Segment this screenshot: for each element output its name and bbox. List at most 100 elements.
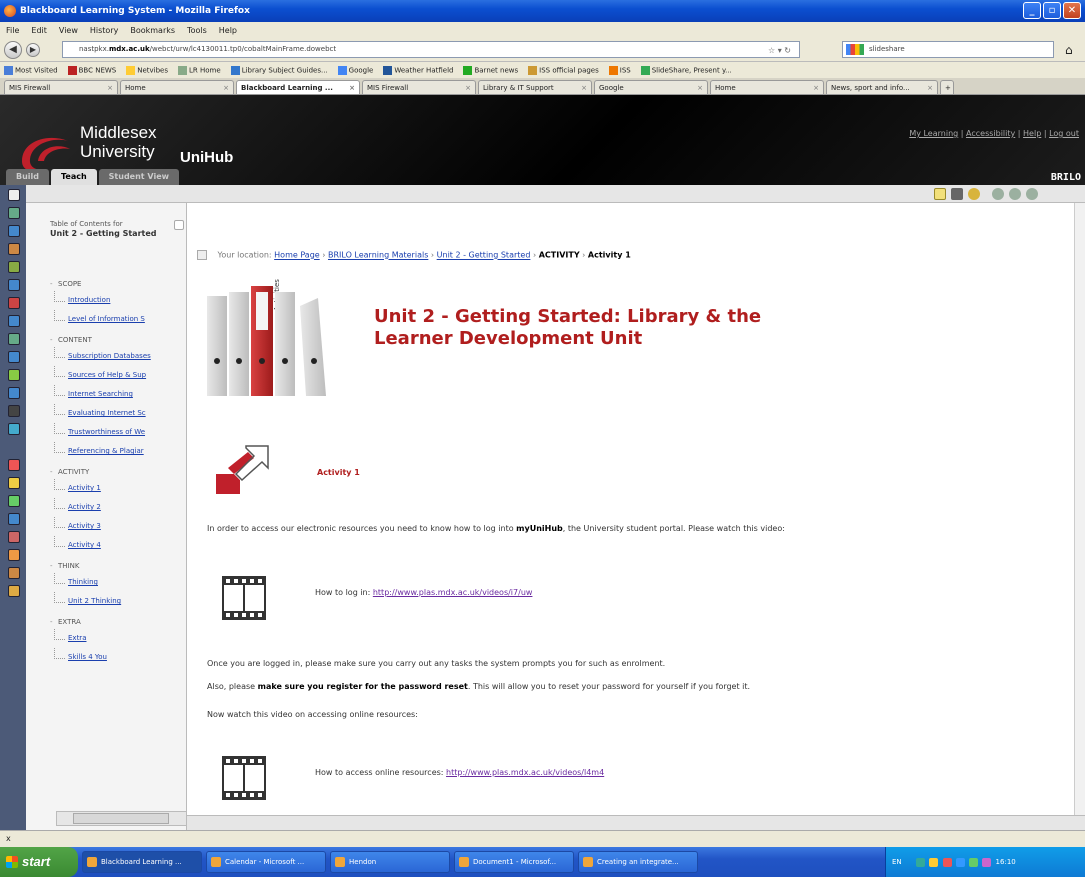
tray-alert-icon[interactable] <box>942 857 952 867</box>
breadcrumb-materials[interactable]: BRILO Learning Materials <box>328 251 428 260</box>
bookmark-item[interactable]: Netvibes <box>126 65 168 75</box>
course-tool-icon[interactable] <box>8 567 20 579</box>
bookmark-item[interactable]: ISS official pages <box>528 65 599 75</box>
course-tool-icon[interactable] <box>8 225 20 237</box>
language-indicator[interactable]: EN <box>892 858 902 866</box>
print-icon[interactable] <box>951 188 963 200</box>
new-tab-button[interactable]: + <box>940 80 954 94</box>
toc-link[interactable]: Sources of Help & Sup <box>68 366 178 385</box>
course-tool-icon[interactable] <box>8 477 20 489</box>
toc-link[interactable]: Activity 1 <box>68 479 178 498</box>
course-tool-icon[interactable] <box>8 279 20 291</box>
browser-tab[interactable]: Home × <box>710 80 824 94</box>
tray-network-icon[interactable] <box>916 857 926 867</box>
close-tab-icon[interactable]: × <box>809 84 819 92</box>
course-tool-icon[interactable] <box>8 387 20 399</box>
tab-student-view[interactable]: Student View <box>98 169 180 185</box>
toc-link[interactable]: Level of Information S <box>68 310 178 329</box>
toc-link[interactable]: Activity 4 <box>68 536 178 555</box>
toc-group-activity[interactable]: ACTIVITY <box>50 466 185 479</box>
toc-link[interactable]: Activity 3 <box>68 517 178 536</box>
toc-group-scope[interactable]: SCOPE <box>50 278 185 291</box>
next-icon[interactable] <box>1026 188 1038 200</box>
close-tab-icon[interactable]: × <box>693 84 703 92</box>
taskbar-button[interactable]: Blackboard Learning ... <box>82 851 202 873</box>
toc-collapse-icon[interactable] <box>174 220 184 230</box>
close-tab-icon[interactable]: × <box>461 84 471 92</box>
toc-group-content[interactable]: CONTENT <box>50 334 185 347</box>
note-icon[interactable] <box>934 188 946 200</box>
course-tool-icon[interactable] <box>8 261 20 273</box>
course-tool-icon[interactable] <box>8 315 20 327</box>
bookmark-item[interactable]: SlideShare, Present y... <box>640 65 732 75</box>
tray-volume-icon[interactable] <box>955 857 965 867</box>
menu-tools[interactable]: Tools <box>187 26 207 35</box>
help-link[interactable]: Help <box>1023 129 1041 138</box>
forward-button[interactable]: ▶ <box>26 42 40 57</box>
bookmark-item[interactable]: Google <box>337 65 373 75</box>
course-tool-icon[interactable] <box>8 423 20 435</box>
video-login-link[interactable]: http://www.plas.mdx.ac.uk/videos/i7/uw <box>373 588 533 597</box>
taskbar-button[interactable]: Creating an integrate... <box>578 851 698 873</box>
course-tool-icon[interactable] <box>8 513 20 525</box>
toc-link[interactable]: Unit 2 Thinking <box>68 592 178 611</box>
close-tab-icon[interactable]: × <box>103 84 113 92</box>
browser-tab[interactable]: Library & IT Support × <box>478 80 592 94</box>
star-icon[interactable]: ☆ ▾ ↻ <box>768 43 791 58</box>
taskbar-button[interactable]: Calendar - Microsoft ... <box>206 851 326 873</box>
tray-update-icon[interactable] <box>969 857 979 867</box>
minimize-button[interactable]: _ <box>1023 2 1041 19</box>
close-tab-icon[interactable]: × <box>345 84 355 92</box>
toc-link[interactable]: Introduction <box>68 291 178 310</box>
home-icon[interactable]: ⌂ <box>1065 43 1079 57</box>
bookmark-item[interactable]: LR Home <box>178 65 221 75</box>
browser-tab[interactable]: Google × <box>594 80 708 94</box>
tab-teach[interactable]: Teach <box>51 169 97 185</box>
course-tool-icon[interactable] <box>8 369 20 381</box>
bookmark-item[interactable]: Most Visited <box>4 65 58 75</box>
globe-icon[interactable] <box>968 188 980 200</box>
course-tool-icon[interactable] <box>8 585 20 597</box>
toc-link[interactable]: Trustworthiness of We <box>68 423 178 442</box>
browser-tab[interactable]: Blackboard Learning ... × <box>236 80 360 94</box>
menu-help[interactable]: Help <box>219 26 237 35</box>
address-bar[interactable]: nastpkx.mdx.ac.uk/webct/urw/lc4130011.tp… <box>62 41 800 58</box>
course-tool-icon[interactable] <box>8 333 20 345</box>
close-tab-icon[interactable]: × <box>577 84 587 92</box>
taskbar-button[interactable]: Document1 - Microsof... <box>454 851 574 873</box>
menu-view[interactable]: View <box>59 26 78 35</box>
bookmark-item[interactable]: BBC NEWS <box>67 65 116 75</box>
main-horizontal-scrollbar[interactable] <box>187 815 1085 830</box>
tab-build[interactable]: Build <box>6 169 50 185</box>
toc-group-think[interactable]: THINK <box>50 560 185 573</box>
toc-link[interactable]: Internet Searching <box>68 385 178 404</box>
course-tool-icon[interactable] <box>8 207 20 219</box>
course-tool-icon[interactable] <box>8 405 20 417</box>
taskbar-button[interactable]: Hendon <box>330 851 450 873</box>
course-tool-icon[interactable] <box>8 459 20 471</box>
course-tool-icon[interactable] <box>8 189 20 201</box>
course-tool-icon[interactable] <box>8 297 20 309</box>
start-button[interactable]: start <box>0 847 78 877</box>
toc-link[interactable]: Referencing & Plagiar <box>68 442 178 461</box>
toc-link[interactable]: Extra <box>68 629 178 648</box>
toc-link[interactable]: Skills 4 You <box>68 648 178 667</box>
toc-link[interactable]: Activity 2 <box>68 498 178 517</box>
my-learning-link[interactable]: My Learning <box>909 129 958 138</box>
toc-link[interactable]: Subscription Databases <box>68 347 178 366</box>
menu-history[interactable]: History <box>90 26 118 35</box>
search-input[interactable]: slideshare <box>842 41 1054 58</box>
bookmark-item[interactable]: Library Subject Guides... <box>230 65 328 75</box>
main-vertical-scrollbar[interactable] <box>1074 203 1085 815</box>
browser-tab[interactable]: News, sport and info... × <box>826 80 938 94</box>
breadcrumb-unit[interactable]: Unit 2 - Getting Started <box>437 251 531 260</box>
toc-link[interactable]: Evaluating Internet Sc <box>68 404 178 423</box>
menu-file[interactable]: File <box>6 26 19 35</box>
course-tool-icon[interactable] <box>8 243 20 255</box>
close-tab-icon[interactable]: × <box>923 84 933 92</box>
maximize-button[interactable]: ▫ <box>1043 2 1061 19</box>
tray-security-icon[interactable] <box>929 857 939 867</box>
browser-tab[interactable]: MIS Firewall × <box>362 80 476 94</box>
browser-tab[interactable]: Home × <box>120 80 234 94</box>
bookmark-item[interactable]: Barnet news <box>463 65 518 75</box>
